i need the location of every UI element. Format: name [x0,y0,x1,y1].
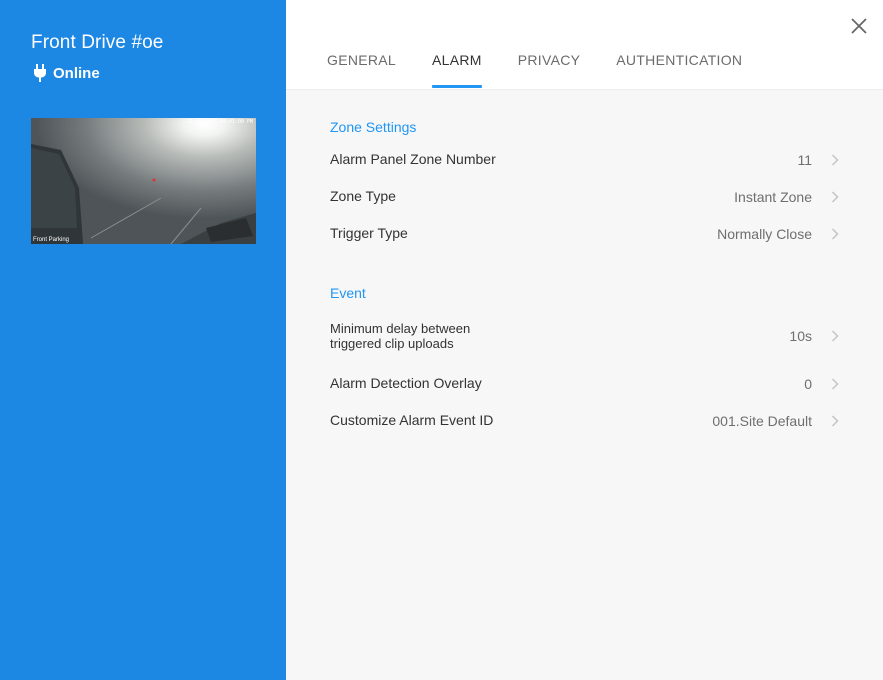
zone-settings-section: Zone Settings Alarm Panel Zone Number 11… [330,119,840,252]
row-label: Alarm Panel Zone Number [330,151,496,167]
camera-status-text: Online [53,64,100,82]
chevron-right-icon [831,414,839,427]
row-alarm-detection-overlay[interactable]: Alarm Detection Overlay 0 [330,365,840,402]
close-icon[interactable] [849,16,869,36]
tab-general[interactable]: GENERAL [327,52,396,80]
chevron-right-icon [831,330,839,342]
event-section: Event Minimum delay between triggered cl… [330,285,840,439]
settings-panel: GENERAL ALARM PRIVACY AUTHENTICATION Zon… [286,0,883,680]
chevron-right-icon [831,190,839,203]
row-value: 10s [789,328,812,344]
thumbnail-location-label: Front Parking [33,237,70,243]
thumbnail-timestamp: 11-10-2018 04:41:00 PM [186,119,253,125]
row-value: Instant Zone [734,188,812,205]
tab-bar: GENERAL ALARM PRIVACY AUTHENTICATION [327,52,778,88]
tab-privacy[interactable]: PRIVACY [518,52,581,80]
row-zone-type[interactable]: Zone Type Instant Zone [330,178,840,215]
row-alarm-panel-zone-number[interactable]: Alarm Panel Zone Number 11 [330,141,840,178]
camera-status: Online [33,64,100,82]
camera-sidebar: Front Drive #oe Online 11-10-2018 04:41:… [0,0,286,680]
tab-authentication[interactable]: AUTHENTICATION [616,52,742,80]
camera-thumbnail[interactable]: 11-10-2018 04:41:00 PM Front Parking [31,118,256,244]
section-title-zone: Zone Settings [330,119,417,135]
row-trigger-type[interactable]: Trigger Type Normally Close [330,215,840,252]
row-value: 0 [804,375,812,392]
camera-title: Front Drive #oe [31,32,164,53]
row-label: Minimum delay between triggered clip upl… [330,321,470,351]
chevron-right-icon [831,227,839,240]
row-value: Normally Close [717,225,812,242]
row-label-line: Minimum delay between [330,321,471,336]
row-value: 001.Site Default [712,412,812,429]
row-label: Zone Type [330,188,396,204]
tab-alarm[interactable]: ALARM [432,52,482,88]
row-customize-alarm-event-id[interactable]: Customize Alarm Event ID 001.Site Defaul… [330,402,840,439]
section-title-event: Event [330,285,366,301]
row-label: Trigger Type [330,225,408,241]
row-value: 11 [797,151,812,168]
settings-header: GENERAL ALARM PRIVACY AUTHENTICATION [286,0,883,90]
chevron-right-icon [831,377,839,390]
row-label-line: triggered clip uploads [330,336,454,351]
plug-icon [33,64,47,82]
row-label: Customize Alarm Event ID [330,412,494,428]
row-minimum-delay[interactable]: Minimum delay between triggered clip upl… [330,307,840,365]
row-label: Alarm Detection Overlay [330,375,482,391]
chevron-right-icon [831,153,839,166]
